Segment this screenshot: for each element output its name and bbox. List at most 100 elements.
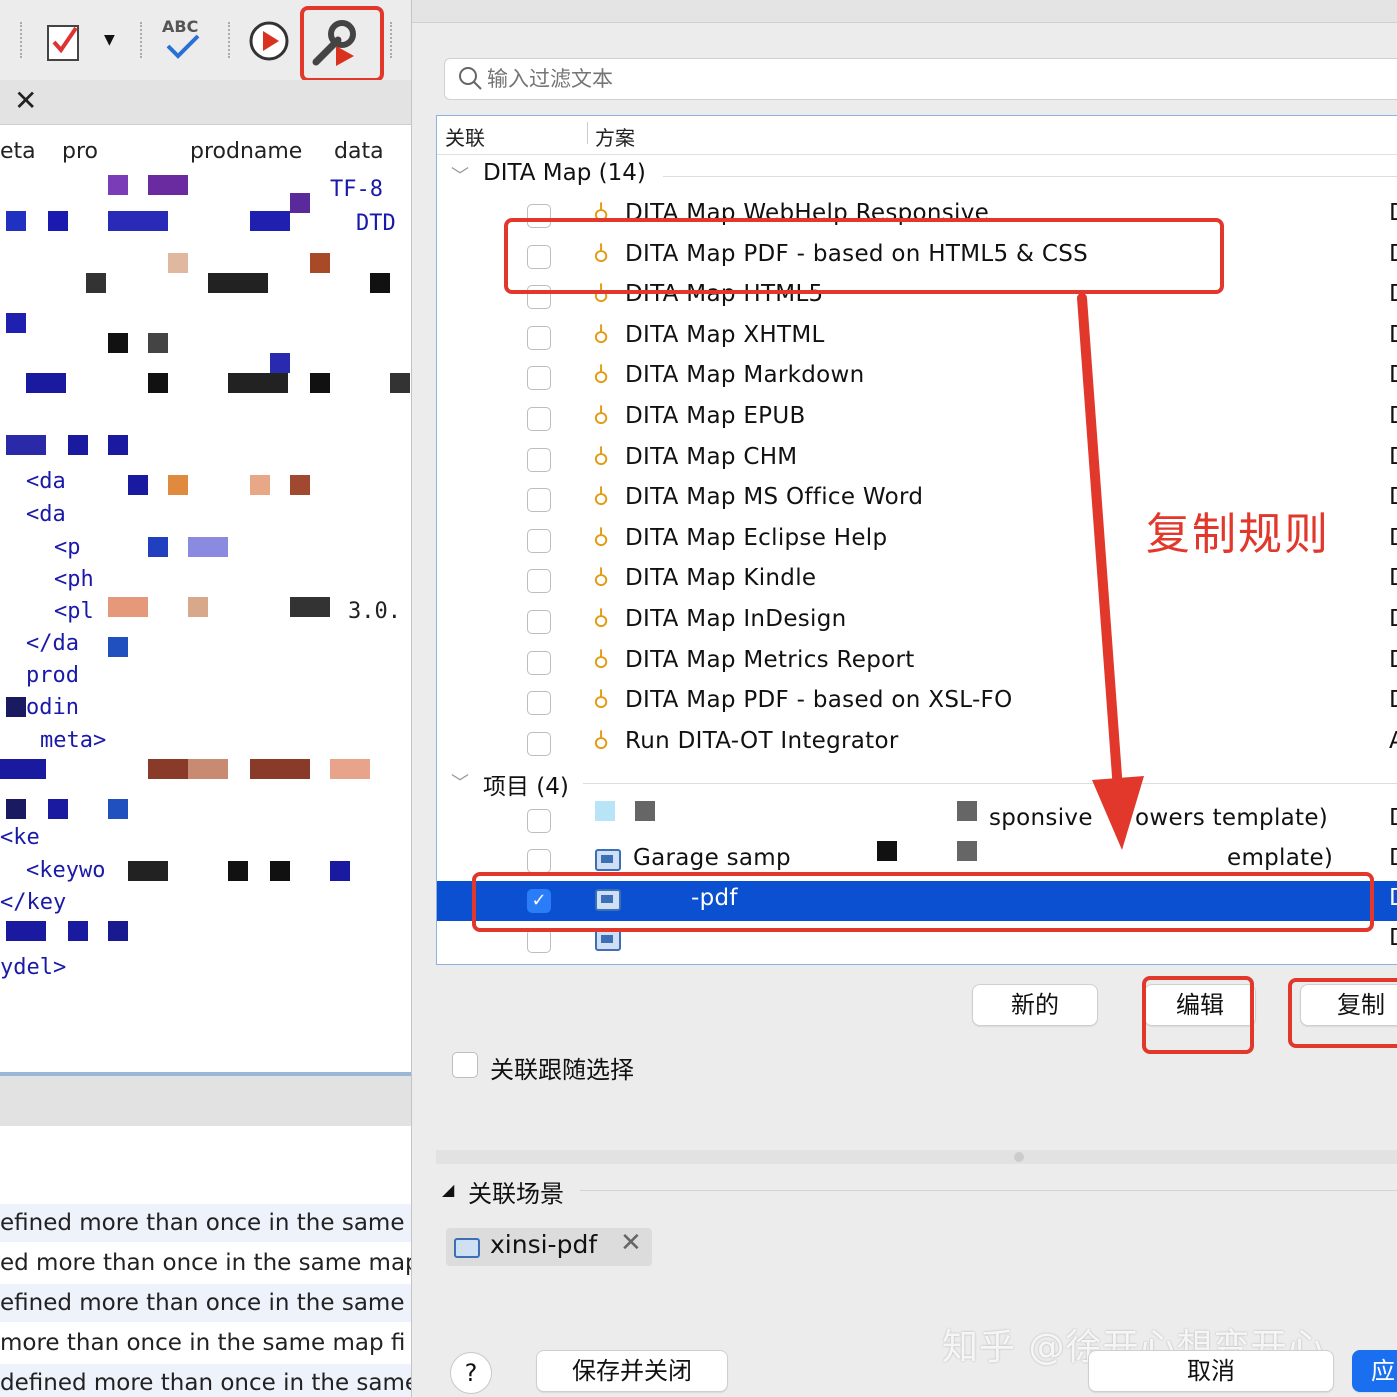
scenario-row[interactable]: ⚲ DITA Map EPUB D <box>437 399 1397 439</box>
redaction-block <box>270 861 290 881</box>
chevron-down-icon[interactable]: ﹀ <box>451 769 469 795</box>
scenario-name: DITA Map Kindle <box>625 565 817 592</box>
column-header[interactable]: eta <box>0 139 36 164</box>
scenario-type: D <box>1389 200 1397 226</box>
column-header-scheme[interactable]: 方案 <box>595 122 635 151</box>
result-message[interactable]: defined more than once in the same <box>0 1364 411 1397</box>
group-label: DITA Map (14) <box>483 160 646 186</box>
remove-chip-icon[interactable]: ✕ <box>620 1228 642 1258</box>
scenario-row[interactable]: ⚲ DITA Map Kindle D <box>437 561 1397 601</box>
redaction-block <box>310 373 330 393</box>
scenario-row[interactable]: ⚲ DITA Map Metrics Report D <box>437 643 1397 683</box>
redaction-block <box>390 373 410 393</box>
scenario-type: D <box>1389 241 1397 267</box>
redaction-block <box>250 211 290 231</box>
key-icon: ⚲ <box>593 402 610 427</box>
scenario-row[interactable]: ⚲ DITA Map PDF - based on XSL-FO D <box>437 683 1397 723</box>
scenario-checkbox[interactable] <box>527 528 551 553</box>
redaction-block <box>108 597 148 617</box>
scenario-row[interactable]: ⚲ DITA Map Markdown D <box>437 358 1397 398</box>
help-button[interactable]: ? <box>450 1352 492 1394</box>
redaction-block <box>6 697 26 717</box>
spellcheck-icon[interactable]: ABC <box>160 16 204 60</box>
chevron-down-icon[interactable]: ﹀ <box>451 162 469 188</box>
redaction-block <box>148 537 168 557</box>
scenario-row[interactable]: ⚲ DITA Map InDesign D <box>437 602 1397 642</box>
redaction-block <box>290 193 310 213</box>
validate-icon[interactable] <box>46 22 82 61</box>
result-message[interactable]: efined more than once in the same <box>0 1284 411 1322</box>
header-divider <box>437 154 1397 155</box>
cancel-button[interactable]: 取消 <box>1088 1350 1334 1392</box>
scenario-checkbox[interactable] <box>527 731 551 756</box>
redaction-block <box>128 475 148 495</box>
group-project[interactable]: ﹀ 项目 (4) <box>437 763 1397 803</box>
key-icon: ⚲ <box>593 645 610 671</box>
scenario-row[interactable]: sponsive owers template) D <box>437 801 1397 841</box>
column-header-assoc[interactable]: 关联 <box>445 122 485 151</box>
redaction-block <box>188 537 228 557</box>
result-message[interactable]: ed more than once in the same map <box>0 1244 411 1282</box>
scenario-name: Garage samp <box>633 845 791 871</box>
new-button[interactable]: 新的 <box>972 984 1098 1026</box>
scenario-name: DITA Map XHTML <box>625 321 825 348</box>
redaction-block <box>290 475 310 495</box>
column-header[interactable]: data <box>334 139 384 164</box>
scenario-name: Run DITA-OT Integrator <box>625 727 899 754</box>
scenario-row[interactable]: ⚲ DITA Map CHM D <box>437 440 1397 480</box>
column-header[interactable]: pro <box>62 139 98 164</box>
project-scenario-icon <box>454 1238 480 1258</box>
redaction-block <box>128 861 168 881</box>
redaction-block <box>6 921 46 941</box>
scenario-type: D <box>1389 525 1397 551</box>
code-editor[interactable]: TF-8 DTD <da <da <p <ph <pl 3.0. </da pr… <box>0 175 411 980</box>
scenario-row[interactable]: ⚲ DITA Map XHTML D <box>437 318 1397 358</box>
scenario-chip[interactable]: xinsi-pdf ✕ <box>446 1228 652 1266</box>
scenario-checkbox[interactable] <box>527 407 551 431</box>
redaction-block <box>188 597 208 617</box>
filter-field[interactable] <box>444 58 1397 100</box>
collapse-triangle-icon[interactable]: ◢ <box>442 1180 454 1199</box>
redaction-block <box>595 801 615 821</box>
redaction-block <box>86 273 106 293</box>
scenario-checkbox[interactable] <box>527 569 551 594</box>
result-message[interactable]: efined more than once in the same <box>0 1204 411 1242</box>
column-header[interactable]: prodname <box>190 139 302 164</box>
scenario-checkbox[interactable] <box>527 809 551 833</box>
scenario-checkbox[interactable] <box>527 929 551 953</box>
pane-divider[interactable] <box>436 1150 1397 1164</box>
close-tab-icon[interactable]: ✕ <box>14 84 37 117</box>
group-divider <box>583 783 1397 784</box>
redaction-block <box>108 799 128 819</box>
grid-column-header: eta pro prodname data <box>0 125 411 177</box>
apply-button[interactable]: 应 <box>1352 1350 1397 1392</box>
result-message[interactable]: more than once in the same map fi <box>0 1324 411 1362</box>
filter-input[interactable] <box>485 63 1369 95</box>
highlight-configure-button <box>300 6 384 82</box>
splitter-handle[interactable] <box>1014 1152 1024 1162</box>
validate-dropdown-icon[interactable]: ▼ <box>104 32 115 48</box>
scenario-checkbox[interactable] <box>527 366 551 391</box>
redaction-block <box>228 373 288 393</box>
scenario-row[interactable]: ⚲ Run DITA-OT Integrator A <box>437 724 1397 764</box>
scenario-type: D <box>1389 805 1397 831</box>
code-line: <ph <box>54 567 94 592</box>
save-and-close-button[interactable]: 保存并关闭 <box>536 1350 728 1392</box>
scenario-checkbox[interactable] <box>527 325 551 350</box>
scenario-checkbox[interactable] <box>527 610 551 634</box>
follow-selection-checkbox[interactable] <box>452 1052 478 1078</box>
group-dita-map[interactable]: ﹀ DITA Map (14) <box>437 156 1397 196</box>
redaction-block <box>108 921 128 941</box>
group-divider <box>663 176 1397 177</box>
scenario-checkbox[interactable] <box>527 650 551 675</box>
scenario-checkbox[interactable] <box>527 849 551 873</box>
annotation-arrow <box>1077 293 1144 850</box>
highlight-copy-button <box>1288 978 1397 1048</box>
apply-transformation-icon[interactable] <box>248 20 290 62</box>
scenario-checkbox[interactable] <box>527 488 551 513</box>
redaction-block <box>108 175 128 195</box>
scenario-checkbox[interactable] <box>527 691 551 716</box>
redaction-block <box>26 373 66 393</box>
key-icon: ⚲ <box>593 686 610 712</box>
scenario-checkbox[interactable] <box>527 447 551 472</box>
